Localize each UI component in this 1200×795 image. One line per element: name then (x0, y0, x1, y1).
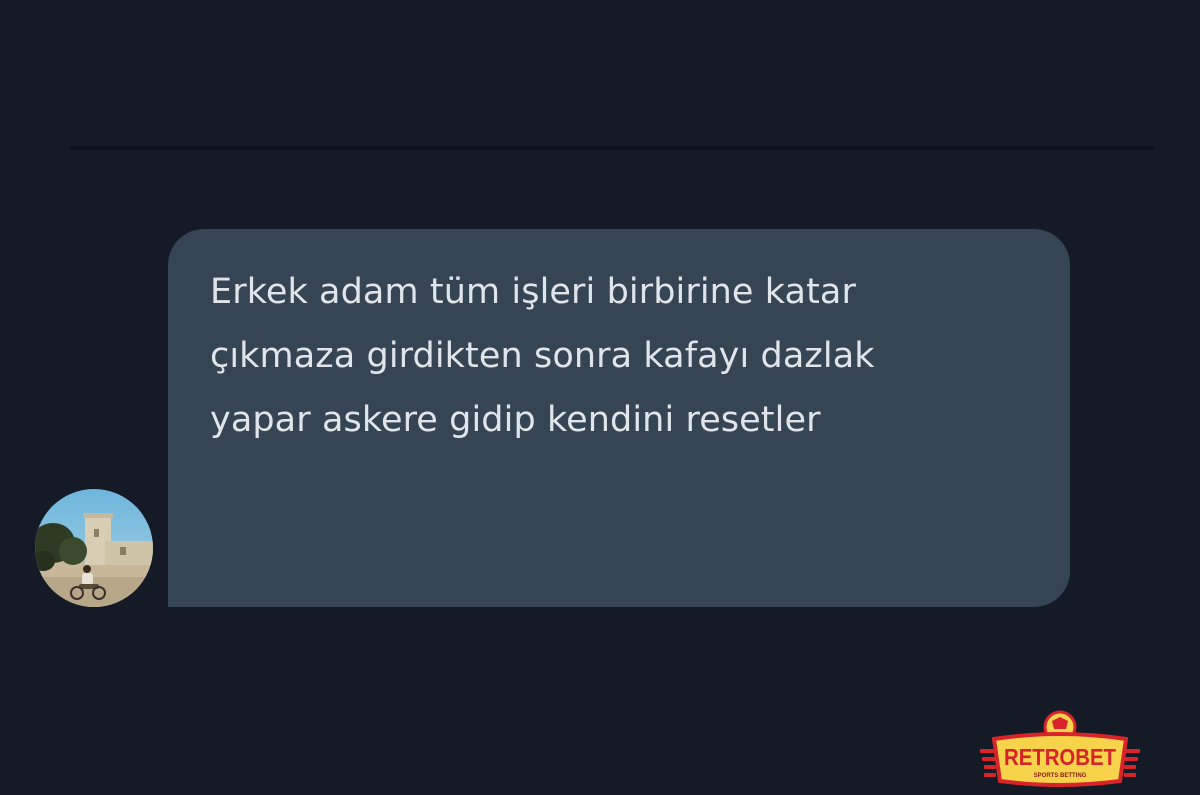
message-line-3: yapar askere gidip kendini resetler (210, 400, 821, 440)
conversation-divider (70, 146, 1155, 150)
retrobet-logo-icon: RETROBET SPORTS BETTING (980, 710, 1140, 787)
avatar-photo-icon (35, 489, 153, 607)
logo-tagline-text: SPORTS BETTING (1034, 773, 1087, 779)
message-line-2: çıkmaza girdikten sonra kafayı dazlak (210, 336, 875, 376)
logo-brand-text: RETROBET (1004, 744, 1116, 770)
sender-avatar[interactable] (35, 489, 153, 607)
message-bubble[interactable]: Erkek adam tüm işleri birbirine katar çı… (168, 229, 1070, 607)
message-line-1: Erkek adam tüm işleri birbirine katar (210, 272, 856, 312)
retrobet-logo: RETROBET SPORTS BETTING (980, 707, 1140, 792)
